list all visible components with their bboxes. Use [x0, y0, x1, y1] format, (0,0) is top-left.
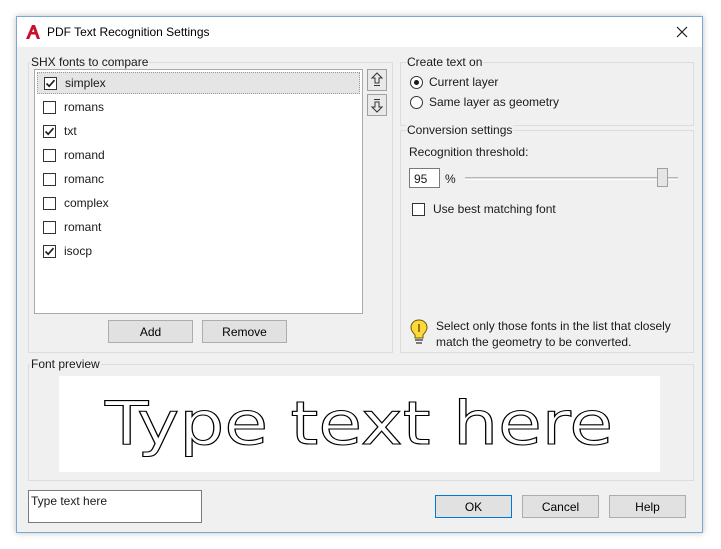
- radio-current-layer[interactable]: Current layer: [410, 75, 498, 89]
- title-bar: PDF Text Recognition Settings: [17, 17, 702, 47]
- check-icon: [44, 127, 55, 135]
- close-button[interactable]: [662, 17, 702, 47]
- font-name-label: romans: [64, 100, 105, 114]
- best-match-label: Use best matching font: [433, 202, 556, 216]
- checkbox-simplex[interactable]: [44, 76, 57, 90]
- threshold-label: Recognition threshold:: [409, 145, 529, 159]
- move-up-button[interactable]: [367, 69, 387, 91]
- font-name-label: complex: [64, 196, 109, 210]
- font-preview-text: Type text here: [104, 389, 613, 459]
- font-name-label: simplex: [65, 76, 106, 90]
- create-text-group-label: Create text on: [406, 55, 484, 69]
- checkbox-romand[interactable]: [43, 148, 56, 162]
- create-text-group: [400, 62, 694, 126]
- list-item[interactable]: romant: [37, 216, 360, 238]
- font-name-label: romant: [64, 220, 102, 234]
- radio-label: Current layer: [429, 75, 499, 89]
- list-item[interactable]: romans: [37, 96, 360, 118]
- list-item[interactable]: complex: [37, 192, 360, 214]
- checkbox-isocp[interactable]: [43, 244, 56, 258]
- list-item[interactable]: isocp: [37, 240, 360, 262]
- cancel-button[interactable]: Cancel: [522, 495, 599, 518]
- list-item[interactable]: simplex: [37, 72, 360, 94]
- tip-text: Select only those fonts in the list that…: [436, 319, 671, 349]
- threshold-slider-track[interactable]: [465, 177, 678, 180]
- radio-label: Same layer as geometry: [429, 95, 560, 109]
- font-name-label: txt: [64, 124, 77, 138]
- conversion-group-label: Conversion settings: [406, 123, 514, 137]
- autocad-logo-icon: [26, 25, 40, 39]
- lightbulb-icon: [410, 319, 428, 344]
- checkbox-txt[interactable]: [43, 124, 56, 138]
- threshold-slider-thumb[interactable]: [656, 168, 668, 187]
- font-name-label: romanc: [64, 172, 105, 186]
- font-preview-area: Type text here: [59, 376, 660, 472]
- radio-indicator: [410, 75, 423, 89]
- radio-same-layer[interactable]: Same layer as geometry: [410, 95, 559, 109]
- best-match-checkbox[interactable]: Use best matching font: [406, 202, 556, 216]
- move-down-button[interactable]: [367, 94, 387, 116]
- remove-button[interactable]: Remove: [202, 320, 287, 343]
- preview-text-input[interactable]: Type text here: [28, 490, 202, 523]
- check-icon: [44, 247, 55, 255]
- ok-button[interactable]: OK: [435, 495, 512, 518]
- font-preview-canvas: Type text here: [103, 388, 613, 459]
- move-up-icon: [370, 72, 384, 86]
- preview-group-label: Font preview: [30, 357, 101, 371]
- checkbox-romans[interactable]: [43, 100, 56, 114]
- font-list[interactable]: simplex romans txt romand romanc complex roman…: [34, 69, 363, 314]
- checkbox-indicator: [412, 202, 425, 216]
- close-icon: [676, 26, 688, 38]
- threshold-input[interactable]: 95: [409, 168, 440, 188]
- fonts-group-label: SHX fonts to compare: [30, 55, 150, 69]
- move-down-icon: [370, 99, 384, 113]
- list-item[interactable]: romand: [37, 144, 360, 166]
- font-name-label: isocp: [64, 244, 93, 258]
- checkbox-romant[interactable]: [43, 220, 56, 234]
- radio-indicator: [410, 95, 423, 109]
- add-button[interactable]: Add: [108, 320, 193, 343]
- checkbox-romanc[interactable]: [43, 172, 56, 186]
- threshold-unit: %: [445, 172, 456, 186]
- check-icon: [45, 79, 56, 87]
- checkbox-complex[interactable]: [43, 196, 56, 210]
- dialog-window: PDF Text Recognition Settings SHX fonts …: [16, 16, 703, 533]
- list-item[interactable]: romanc: [37, 168, 360, 190]
- window-title: PDF Text Recognition Settings: [47, 25, 210, 39]
- list-item[interactable]: txt: [37, 120, 360, 142]
- font-name-label: romand: [64, 148, 105, 162]
- help-button[interactable]: Help: [609, 495, 686, 518]
